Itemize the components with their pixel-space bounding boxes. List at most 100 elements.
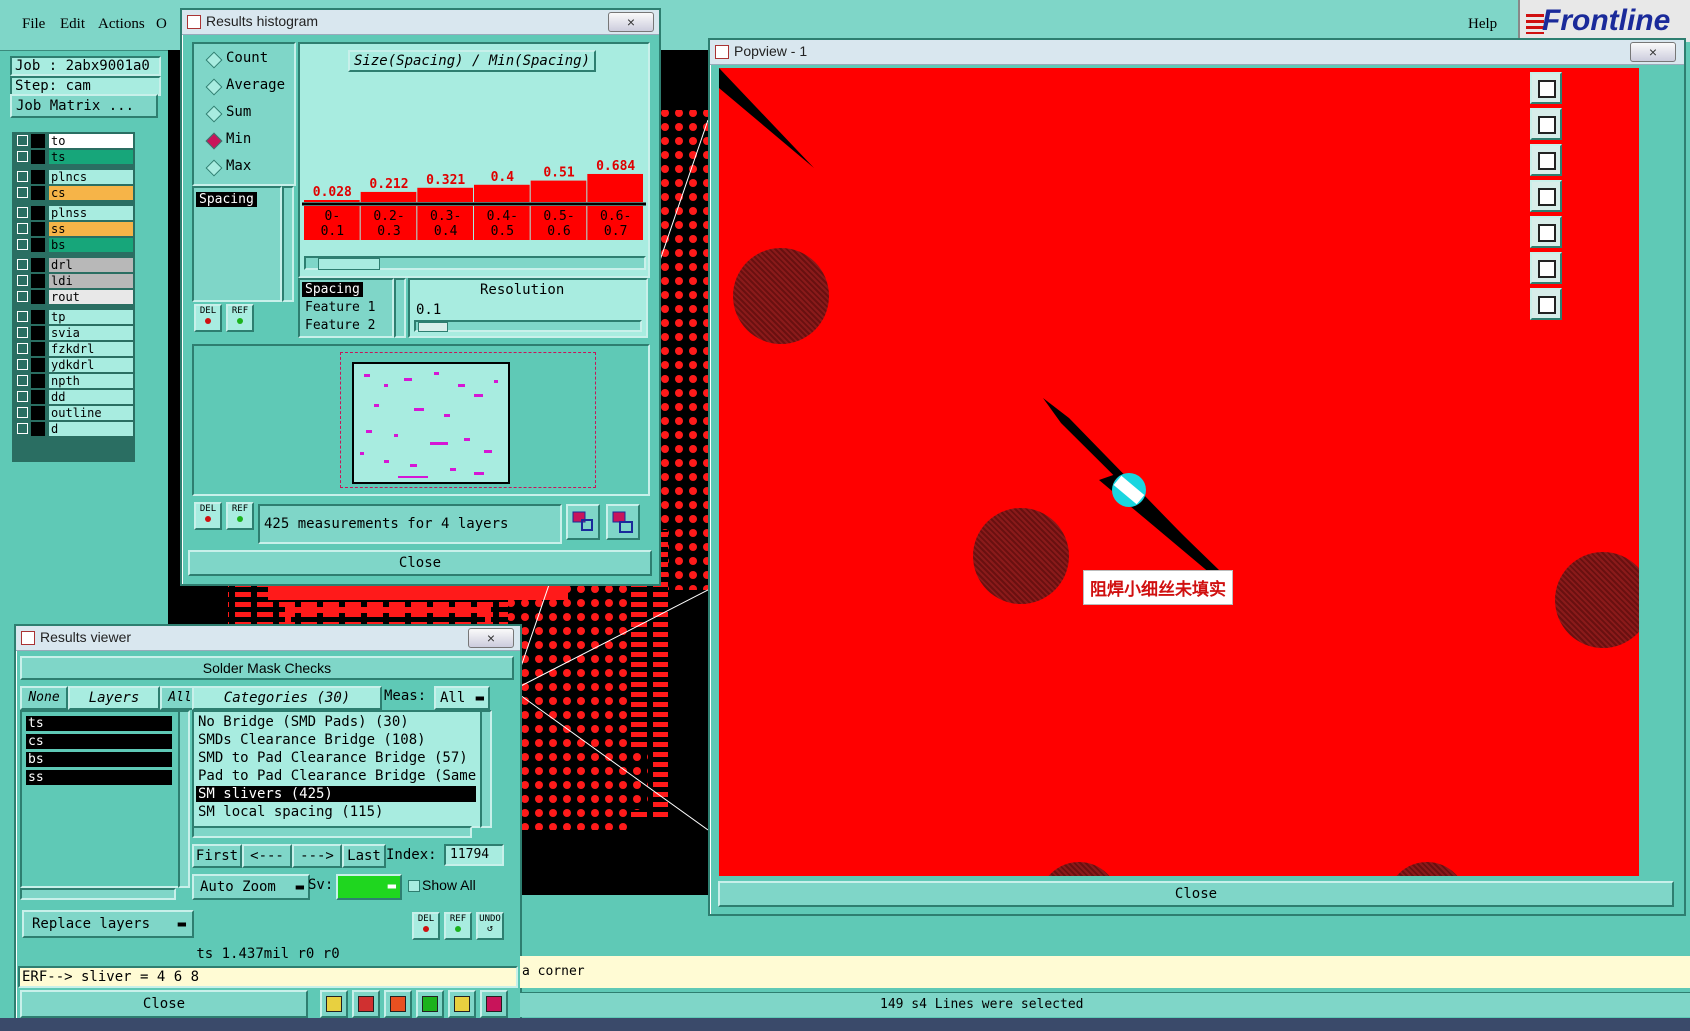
layer-checkbox[interactable] [17, 259, 28, 270]
layer-checkbox[interactable] [17, 407, 28, 418]
layer-color-swatch[interactable] [31, 274, 45, 288]
layer-name[interactable]: outline [49, 406, 133, 420]
histogram-del-button[interactable]: DEL [194, 304, 222, 332]
popview-canvas[interactable]: 阻焊小细丝未填实 [719, 68, 1639, 876]
viewer-layer-item[interactable]: ts [26, 716, 172, 731]
layer-name[interactable]: plncs [49, 170, 133, 184]
histogram-titlebar[interactable]: Results histogram × [182, 10, 659, 35]
histogram-bar[interactable] [304, 200, 360, 202]
layer-row-ts[interactable]: ts [14, 150, 133, 164]
layer-color-swatch[interactable] [31, 342, 45, 356]
histogram-ref-button-2[interactable]: REF [226, 502, 254, 530]
layer-row-svia[interactable]: svia [14, 326, 133, 340]
layer-name[interactable]: rout [49, 290, 133, 304]
popview-tool-button[interactable] [1530, 216, 1562, 248]
layer-name[interactable]: drl [49, 258, 133, 272]
layer-checkbox[interactable] [17, 311, 28, 322]
layer-checkbox[interactable] [17, 375, 28, 386]
category-item[interactable]: SMD to Pad Clearance Bridge (57) [196, 750, 476, 766]
layer-name[interactable]: npth [49, 374, 133, 388]
layer-color-swatch[interactable] [31, 238, 45, 252]
layer-color-swatch[interactable] [31, 206, 45, 220]
menu-help[interactable]: Help [1468, 16, 1497, 33]
layer-name[interactable]: dd [49, 390, 133, 404]
layer-checkbox[interactable] [17, 359, 28, 370]
radio-average[interactable] [205, 78, 223, 96]
layer-row-ldi[interactable]: ldi [14, 274, 133, 288]
categories-tab[interactable]: Categories (30) [192, 686, 382, 710]
viewer-tool-button[interactable] [480, 990, 508, 1018]
popview-tool-button[interactable] [1530, 108, 1562, 140]
layer-color-swatch[interactable] [31, 358, 45, 372]
layer-name[interactable]: ldi [49, 274, 133, 288]
attribute-item-spacing[interactable]: Spacing [196, 192, 257, 207]
layer-name[interactable]: svia [49, 326, 133, 340]
auto-zoom-dropdown[interactable]: Auto Zoom ▬ [192, 874, 310, 900]
viewer-layer-item[interactable]: cs [26, 734, 172, 749]
layer-color-swatch[interactable] [31, 390, 45, 404]
histogram-bar[interactable] [417, 187, 473, 202]
viewer-layer-hscrollbar[interactable] [20, 888, 176, 900]
layer-checkbox[interactable] [17, 171, 28, 182]
viewer-tool-button[interactable] [352, 990, 380, 1018]
measure-item-feature2[interactable]: Feature 2 [305, 318, 375, 333]
viewer-layer-item[interactable]: ss [26, 770, 172, 785]
category-item[interactable]: SM slivers (425) [196, 786, 476, 802]
layer-name[interactable]: bs [49, 238, 133, 252]
viewer-tool-button[interactable] [448, 990, 476, 1018]
popview-close-x-button[interactable]: × [1630, 42, 1676, 62]
layer-name[interactable]: ts [49, 150, 133, 164]
layer-row-ss[interactable]: ss [14, 222, 133, 236]
layers-tab[interactable]: Layers [68, 686, 160, 710]
layer-name[interactable]: to [49, 134, 133, 148]
layer-color-swatch[interactable] [31, 326, 45, 340]
category-item[interactable]: Pad to Pad Clearance Bridge (Same [196, 768, 476, 784]
job-matrix-button[interactable]: Job Matrix ... [10, 94, 158, 118]
category-list[interactable]: No Bridge (SMD Pads) (30) SMDs Clearance … [192, 710, 482, 828]
viewer-tool-button[interactable] [320, 990, 348, 1018]
layer-checkbox[interactable] [17, 423, 28, 434]
resolution-slider-thumb[interactable] [418, 322, 448, 332]
layer-row-plncs[interactable]: plncs [14, 170, 133, 184]
layer-checkbox[interactable] [17, 207, 28, 218]
popview-tool-button[interactable] [1530, 180, 1562, 212]
category-item[interactable]: No Bridge (SMD Pads) (30) [196, 714, 476, 730]
layer-color-swatch[interactable] [31, 310, 45, 324]
show-all-checkbox[interactable] [408, 880, 420, 892]
sliver-marker-icon[interactable] [1109, 470, 1149, 510]
menu-edit[interactable]: Edit [60, 16, 85, 33]
measure-list-scrollbar[interactable] [394, 278, 406, 338]
radio-max[interactable] [205, 159, 223, 177]
layer-checkbox[interactable] [17, 343, 28, 354]
layer-checkbox[interactable] [17, 187, 28, 198]
histogram-zoom-button[interactable] [606, 504, 640, 540]
nav-next-button[interactable]: ---> [292, 844, 342, 868]
layer-name[interactable]: ss [49, 222, 133, 236]
layer-row-drl[interactable]: drl [14, 258, 133, 272]
viewer-close-x-button[interactable]: × [468, 628, 514, 648]
measure-item-spacing[interactable]: Spacing [302, 282, 363, 297]
popview-titlebar[interactable]: Popview - 1 × [710, 40, 1684, 65]
category-list-scrollbar[interactable] [480, 710, 492, 828]
category-list-hscrollbar[interactable] [192, 826, 472, 838]
layer-name[interactable]: tp [49, 310, 133, 324]
index-input[interactable]: 11794 [444, 844, 504, 866]
histogram-ref-button[interactable]: REF [226, 304, 254, 332]
layer-name[interactable]: fzkdrl [49, 342, 133, 356]
layer-color-swatch[interactable] [31, 222, 45, 236]
layer-row-tp[interactable]: tp [14, 310, 133, 324]
histogram-bar[interactable] [474, 184, 530, 202]
layer-checkbox[interactable] [17, 135, 28, 146]
layer-color-swatch[interactable] [31, 290, 45, 304]
histogram-bar[interactable] [587, 173, 643, 202]
layer-color-swatch[interactable] [31, 170, 45, 184]
layer-checkbox[interactable] [17, 275, 28, 286]
layer-row-ydkdrl[interactable]: ydkdrl [14, 358, 133, 372]
histogram-close-button[interactable]: Close [188, 550, 652, 576]
popview-tool-button[interactable] [1530, 144, 1562, 176]
nav-last-button[interactable]: Last [342, 844, 386, 868]
resolution-slider[interactable] [414, 320, 642, 332]
histogram-hscroll-thumb[interactable] [318, 258, 380, 270]
layer-row-d[interactable]: d [14, 422, 133, 436]
viewer-tool-button[interactable] [384, 990, 412, 1018]
